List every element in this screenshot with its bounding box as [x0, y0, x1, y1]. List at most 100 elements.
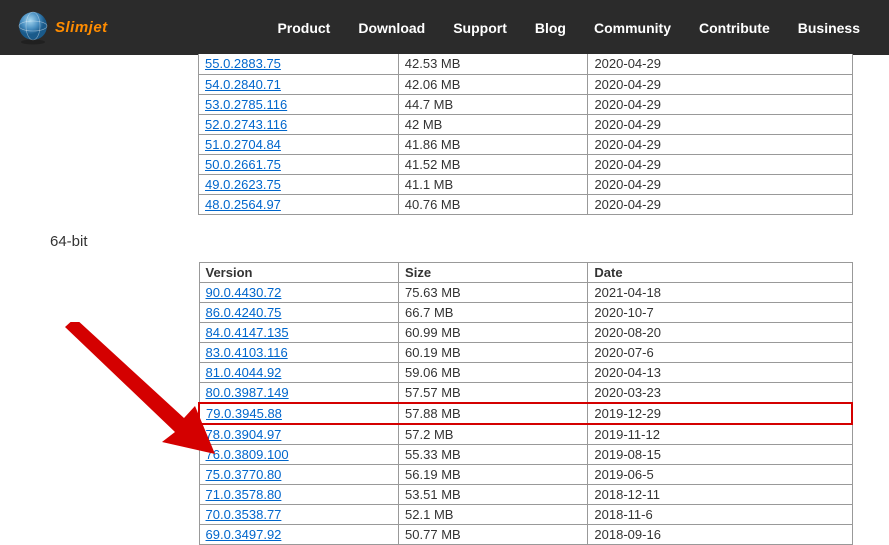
- table-row: 54.0.2840.7142.06 MB2020-04-29: [199, 74, 853, 94]
- cell-size: 42 MB: [398, 114, 588, 134]
- cell-size: 42.53 MB: [398, 54, 588, 74]
- versions-table-64bit: Version Size Date 90.0.4430.7275.63 MB20…: [198, 262, 853, 545]
- version-link[interactable]: 86.0.4240.75: [206, 305, 282, 320]
- table-row: 83.0.4103.11660.19 MB2020-07-6: [199, 342, 852, 362]
- version-link[interactable]: 83.0.4103.116: [206, 345, 288, 360]
- section-title-64bit: 64-bit: [0, 215, 889, 262]
- table-row: 80.0.3987.149 57.57 MB2020-03-23: [199, 382, 852, 403]
- cell-version: 75.0.3770.80: [199, 464, 399, 484]
- table-row: 49.0.2623.7541.1 MB2020-04-29: [199, 174, 853, 194]
- version-link[interactable]: 49.0.2623.75: [205, 177, 281, 192]
- cell-size: 66.7 MB: [399, 302, 588, 322]
- cell-size: 40.76 MB: [398, 194, 588, 214]
- version-link[interactable]: 55.0.2883.75: [205, 56, 281, 71]
- version-link[interactable]: 53.0.2785.116: [205, 97, 287, 112]
- cell-version: 78.0.3904.97: [199, 424, 399, 445]
- version-link[interactable]: 76.0.3809.100: [206, 447, 289, 462]
- cell-size: 52.1 MB: [399, 504, 588, 524]
- version-link[interactable]: 50.0.2661.75: [205, 157, 281, 172]
- version-link[interactable]: 84.0.4147.135: [206, 325, 289, 340]
- cell-date: 2020-04-29: [588, 174, 853, 194]
- globe-icon: [15, 10, 51, 46]
- cell-date: 2020-04-29: [588, 154, 853, 174]
- version-link[interactable]: 70.0.3538.77: [206, 507, 282, 522]
- table-row: 51.0.2704.84 41.86 MB2020-04-29: [199, 134, 853, 154]
- cell-size: 57.57 MB: [399, 382, 588, 403]
- logo[interactable]: Slimjet: [15, 10, 108, 46]
- cell-date: 2020-04-29: [588, 54, 853, 74]
- version-link[interactable]: 52.0.2743.116: [205, 117, 287, 132]
- cell-date: 2020-04-29: [588, 134, 853, 154]
- header: Slimjet Product Download Support Blog Co…: [0, 0, 889, 55]
- brand-name: Slimjet: [55, 19, 108, 36]
- table-row: 71.0.3578.8053.51 MB2018-12-11: [199, 484, 852, 504]
- version-link[interactable]: 69.0.3497.92: [206, 527, 282, 542]
- table-row: 90.0.4430.72 75.63 MB2021-04-18: [199, 282, 852, 302]
- cell-date: 2019-08-15: [588, 444, 852, 464]
- version-link[interactable]: 78.0.3904.97: [206, 427, 282, 442]
- table-row: 75.0.3770.80 56.19 MB2019-06-5: [199, 464, 852, 484]
- version-link[interactable]: 90.0.4430.72: [206, 285, 282, 300]
- cell-version: 49.0.2623.75: [199, 174, 399, 194]
- cell-size: 59.06 MB: [399, 362, 588, 382]
- cell-version: 71.0.3578.80: [199, 484, 399, 504]
- version-link[interactable]: 51.0.2704.84: [205, 137, 281, 152]
- nav-contribute[interactable]: Contribute: [685, 12, 784, 44]
- cell-size: 44.7 MB: [398, 94, 588, 114]
- cell-size: 56.19 MB: [399, 464, 588, 484]
- cell-version: 69.0.3497.92: [199, 524, 399, 544]
- cell-date: 2020-03-23: [588, 382, 852, 403]
- nav-download[interactable]: Download: [344, 12, 439, 44]
- cell-version: 81.0.4044.92: [199, 362, 399, 382]
- version-link[interactable]: 71.0.3578.80: [206, 487, 282, 502]
- version-link[interactable]: 48.0.2564.97: [205, 197, 281, 212]
- nav-product[interactable]: Product: [263, 12, 344, 44]
- table-row: 76.0.3809.100 55.33 MB2019-08-15: [199, 444, 852, 464]
- table-row: 79.0.3945.88 57.88 MB2019-12-29: [199, 403, 852, 424]
- cell-size: 41.86 MB: [398, 134, 588, 154]
- version-link[interactable]: 79.0.3945.88: [206, 406, 282, 421]
- versions-table-upper: 55.0.2883.7542.53 MB2020-04-2954.0.2840.…: [198, 54, 853, 215]
- table-row: 55.0.2883.75 42.53 MB2020-04-29: [199, 54, 853, 74]
- cell-version: 90.0.4430.72: [199, 282, 399, 302]
- cell-date: 2020-04-29: [588, 114, 853, 134]
- col-header-version: Version: [199, 262, 399, 282]
- cell-size: 41.52 MB: [398, 154, 588, 174]
- table-row: 50.0.2661.75 41.52 MB2020-04-29: [199, 154, 853, 174]
- table-row: 48.0.2564.9740.76 MB2020-04-29: [199, 194, 853, 214]
- version-link[interactable]: 75.0.3770.80: [206, 467, 282, 482]
- version-link[interactable]: 80.0.3987.149: [206, 385, 289, 400]
- cell-size: 57.2 MB: [399, 424, 588, 445]
- cell-version: 86.0.4240.75: [199, 302, 399, 322]
- table-row: 78.0.3904.97 57.2 MB2019-11-12: [199, 424, 852, 445]
- cell-date: 2021-04-18: [588, 282, 852, 302]
- cell-size: 57.88 MB: [399, 403, 588, 424]
- cell-date: 2020-04-29: [588, 94, 853, 114]
- cell-date: 2018-09-16: [588, 524, 852, 544]
- cell-date: 2019-06-5: [588, 464, 852, 484]
- cell-size: 75.63 MB: [399, 282, 588, 302]
- annotation-arrow: [60, 322, 220, 470]
- nav-community[interactable]: Community: [580, 12, 685, 44]
- cell-size: 55.33 MB: [399, 444, 588, 464]
- table-row: 53.0.2785.116 44.7 MB2020-04-29: [199, 94, 853, 114]
- cell-version: 51.0.2704.84: [199, 134, 399, 154]
- table-row: 86.0.4240.7566.7 MB2020-10-7: [199, 302, 852, 322]
- nav-support[interactable]: Support: [439, 12, 521, 44]
- cell-date: 2019-11-12: [588, 424, 852, 445]
- cell-date: 2020-04-13: [588, 362, 852, 382]
- cell-version: 55.0.2883.75: [199, 54, 399, 74]
- cell-date: 2019-12-29: [588, 403, 852, 424]
- nav-business[interactable]: Business: [784, 12, 874, 44]
- cell-size: 50.77 MB: [399, 524, 588, 544]
- nav-blog[interactable]: Blog: [521, 12, 580, 44]
- version-link[interactable]: 81.0.4044.92: [206, 365, 282, 380]
- version-link[interactable]: 54.0.2840.71: [205, 77, 281, 92]
- cell-version: 70.0.3538.77: [199, 504, 399, 524]
- main-nav: Product Download Support Blog Community …: [263, 12, 874, 44]
- cell-size: 60.99 MB: [399, 322, 588, 342]
- table-row: 69.0.3497.92 50.77 MB2018-09-16: [199, 524, 852, 544]
- cell-date: 2020-08-20: [588, 322, 852, 342]
- cell-version: 84.0.4147.135: [199, 322, 399, 342]
- cell-version: 76.0.3809.100: [199, 444, 399, 464]
